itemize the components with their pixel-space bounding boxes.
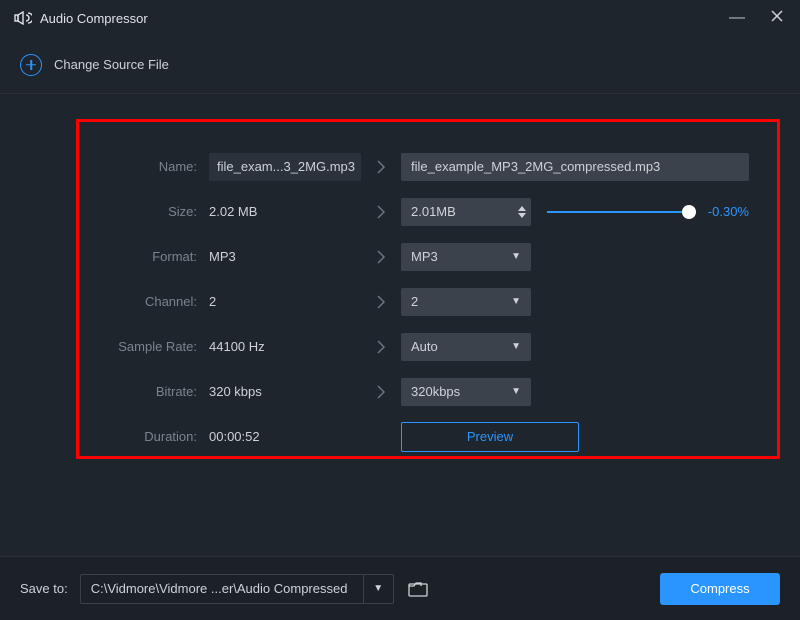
- plus-circle-icon: [20, 54, 42, 76]
- spinner-up-icon[interactable]: [518, 206, 526, 211]
- minimize-button[interactable]: —: [728, 9, 746, 28]
- label-duration: Duration:: [97, 429, 197, 444]
- label-name: Name:: [97, 159, 197, 174]
- arrow-icon: [361, 159, 401, 175]
- settings-panel: Name: file_exam...3_2MG.mp3 file_example…: [76, 119, 780, 459]
- size-slider[interactable]: [547, 211, 689, 213]
- output-sample-rate-select[interactable]: Auto▼: [401, 333, 531, 361]
- chevron-down-icon: ▼: [511, 333, 521, 361]
- close-button[interactable]: [768, 9, 786, 28]
- window-title: Audio Compressor: [40, 11, 728, 26]
- output-format-select[interactable]: MP3▼: [401, 243, 531, 271]
- arrow-icon: [361, 249, 401, 265]
- save-to-label: Save to:: [20, 581, 68, 596]
- arrow-icon: [361, 294, 401, 310]
- source-size: 2.02 MB: [209, 204, 361, 219]
- output-name-input[interactable]: file_example_MP3_2MG_compressed.mp3: [401, 153, 749, 181]
- output-size-spinner[interactable]: 2.01MB: [401, 198, 531, 226]
- spinner-down-icon[interactable]: [518, 213, 526, 218]
- source-sample-rate: 44100 Hz: [209, 339, 361, 354]
- source-format: MP3: [209, 249, 361, 264]
- change-source-label: Change Source File: [54, 57, 169, 72]
- arrow-icon: [361, 339, 401, 355]
- size-percent-change: -0.30%: [697, 204, 749, 219]
- label-sample-rate: Sample Rate:: [97, 339, 197, 354]
- open-folder-button[interactable]: [406, 581, 430, 597]
- preview-button[interactable]: Preview: [401, 422, 579, 452]
- chevron-down-icon: ▼: [511, 288, 521, 316]
- chevron-down-icon: ▼: [511, 378, 521, 406]
- source-channel: 2: [209, 294, 361, 309]
- change-source-file[interactable]: Change Source File: [0, 36, 800, 94]
- output-channel-select[interactable]: 2▼: [401, 288, 531, 316]
- source-duration: 00:00:52: [209, 429, 361, 444]
- save-path-dropdown[interactable]: ▼: [363, 575, 393, 603]
- arrow-icon: [361, 384, 401, 400]
- app-icon: [14, 11, 32, 25]
- label-channel: Channel:: [97, 294, 197, 309]
- arrow-icon: [361, 204, 401, 220]
- output-bitrate-select[interactable]: 320kbps▼: [401, 378, 531, 406]
- source-bitrate: 320 kbps: [209, 384, 361, 399]
- slider-thumb[interactable]: [682, 205, 696, 219]
- compress-button[interactable]: Compress: [660, 573, 780, 605]
- label-size: Size:: [97, 204, 197, 219]
- chevron-down-icon: ▼: [511, 243, 521, 271]
- source-name: file_exam...3_2MG.mp3: [209, 153, 361, 181]
- label-bitrate: Bitrate:: [97, 384, 197, 399]
- save-path-input[interactable]: C:\Vidmore\Vidmore ...er\Audio Compresse…: [81, 575, 363, 603]
- label-format: Format:: [97, 249, 197, 264]
